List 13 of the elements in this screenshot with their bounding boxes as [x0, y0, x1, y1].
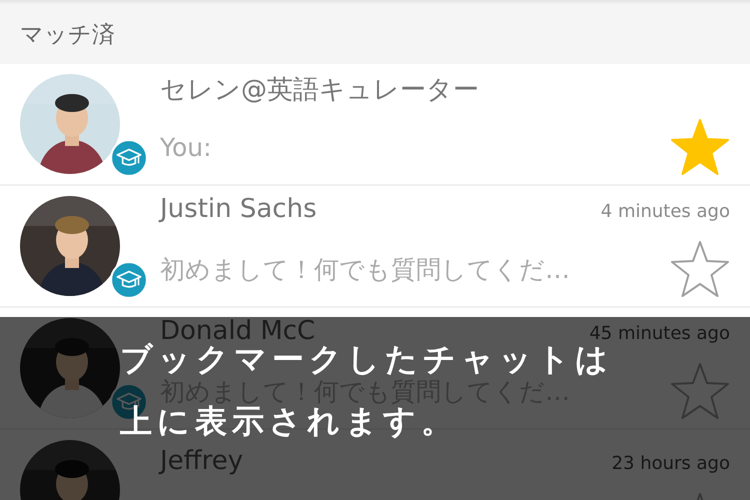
timestamp: 4 minutes ago: [600, 201, 730, 222]
message-preview: You:: [160, 132, 212, 162]
star-icon[interactable]: [670, 362, 730, 420]
section-title: マッチ済: [20, 21, 115, 50]
contact-name: Jeffrey: [160, 446, 244, 476]
contact-name: Justin Sachs: [160, 194, 317, 224]
contact-name: セレン@英語キュレーター: [160, 74, 479, 107]
message-preview: 初めまして！何でも質問してくだ…: [160, 254, 570, 286]
star-icon[interactable]: [670, 118, 730, 176]
tip-text: 上に表示されます。: [120, 403, 458, 439]
timestamp: 23 hours ago: [612, 453, 730, 474]
star-icon[interactable]: [670, 240, 730, 298]
timestamp: 45 minutes ago: [589, 323, 730, 344]
